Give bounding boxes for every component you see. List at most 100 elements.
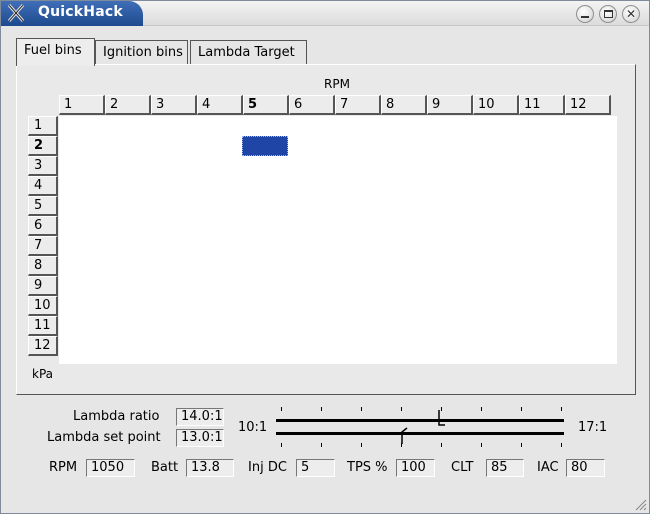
column-header[interactable]: 11 xyxy=(519,95,565,115)
row-header[interactable]: 1 xyxy=(28,116,58,136)
row-header[interactable]: 6 xyxy=(28,216,58,236)
row-header-label: 4 xyxy=(34,178,43,193)
tab-ignition-bins[interactable]: Ignition bins xyxy=(95,40,188,66)
lambda-setpoint-slider[interactable] xyxy=(276,432,564,435)
row-header-label: 12 xyxy=(34,338,51,353)
column-header[interactable]: 1 xyxy=(59,95,105,115)
tab-fuel-bins[interactable]: Fuel bins xyxy=(16,38,95,66)
app-icon xyxy=(7,4,25,22)
column-header-label: 2 xyxy=(110,97,119,112)
tab-lambda-target-label: Lambda Target xyxy=(198,45,295,60)
row-header[interactable]: 9 xyxy=(28,276,58,296)
column-header[interactable]: 12 xyxy=(565,95,611,115)
rpm-label: RPM xyxy=(49,460,78,475)
scale-tick xyxy=(281,407,282,411)
scale-tick xyxy=(361,407,362,411)
scale-tick xyxy=(441,443,442,447)
row-header-label: 10 xyxy=(34,298,51,313)
scale-tick xyxy=(321,443,322,447)
injdc-field: 5 xyxy=(296,459,335,477)
column-header[interactable]: 7 xyxy=(335,95,381,115)
close-icon: ✕ xyxy=(625,7,637,21)
column-header[interactable]: 10 xyxy=(473,95,519,115)
row-header-label: 7 xyxy=(34,238,43,253)
row-header-label: 6 xyxy=(34,218,43,233)
column-header-label: 3 xyxy=(156,97,165,112)
injdc-label: Inj DC xyxy=(248,460,287,475)
row-header-label: 1 xyxy=(34,118,43,133)
column-header-label: 9 xyxy=(432,97,441,112)
tab-fuel-bins-label: Fuel bins xyxy=(24,43,82,58)
column-header-label: 12 xyxy=(570,97,587,112)
tab-lambda-target[interactable]: Lambda Target xyxy=(190,40,307,66)
iac-field: 80 xyxy=(566,459,605,477)
lambda-scale-max: 17:1 xyxy=(578,420,608,435)
column-header-label: 5 xyxy=(248,97,258,112)
scale-tick xyxy=(401,443,402,447)
column-header-label: 11 xyxy=(524,97,541,112)
column-header-label: 10 xyxy=(478,97,495,112)
scale-tick xyxy=(521,443,522,447)
rpm-axis-label: RPM xyxy=(324,77,350,91)
clt-field: 85 xyxy=(486,459,524,477)
minimize-button[interactable] xyxy=(576,5,594,23)
column-header[interactable]: 2 xyxy=(105,95,151,115)
clt-label: CLT xyxy=(451,460,474,475)
scale-tick xyxy=(481,443,482,447)
tab-ignition-bins-label: Ignition bins xyxy=(103,45,183,60)
scale-tick xyxy=(321,407,322,411)
batt-label: Batt xyxy=(151,460,179,475)
scale-tick xyxy=(361,443,362,447)
title-bar[interactable]: QuickHack ✕ xyxy=(1,1,649,26)
scale-tick xyxy=(401,407,402,411)
scale-tick xyxy=(281,443,282,447)
selected-cell[interactable] xyxy=(242,136,288,156)
rpm-field: 1050 xyxy=(86,459,135,477)
scale-tick xyxy=(481,407,482,411)
scale-tick xyxy=(521,407,522,411)
column-header[interactable]: 9 xyxy=(427,95,473,115)
main-window: QuickHack ✕ Fuel bins Ignition bins Lamb… xyxy=(0,0,650,514)
column-header[interactable]: 8 xyxy=(381,95,427,115)
column-header-label: 6 xyxy=(294,97,303,112)
lambda-ratio-thumb-icon[interactable] xyxy=(434,410,446,426)
resize-grip-icon[interactable] xyxy=(633,497,647,511)
column-header-label: 8 xyxy=(386,97,395,112)
lambda-setpoint-thumb-icon[interactable] xyxy=(397,427,409,445)
kpa-axis-label: kPa xyxy=(32,367,53,381)
window-title: QuickHack xyxy=(38,4,123,20)
row-header[interactable]: 12 xyxy=(28,336,58,356)
row-header-label: 9 xyxy=(34,278,43,293)
close-button[interactable]: ✕ xyxy=(622,5,640,23)
row-header-label: 3 xyxy=(34,158,43,173)
tps-field: 100 xyxy=(396,459,435,477)
column-header[interactable]: 6 xyxy=(289,95,335,115)
lambda-ratio-slider[interactable] xyxy=(276,419,564,422)
fuel-table-grid[interactable] xyxy=(59,116,617,364)
column-header[interactable]: 3 xyxy=(151,95,197,115)
row-header-selected[interactable]: 2 xyxy=(28,136,58,156)
lambda-setpoint-label: Lambda set point xyxy=(47,430,161,445)
row-header[interactable]: 3 xyxy=(28,156,58,176)
row-header-label: 11 xyxy=(34,318,51,333)
row-header-label: 2 xyxy=(34,138,44,153)
row-header[interactable]: 5 xyxy=(28,196,58,216)
scale-tick xyxy=(561,407,562,411)
column-header-label: 1 xyxy=(64,97,73,112)
minimize-icon xyxy=(581,16,589,18)
row-header[interactable]: 10 xyxy=(28,296,58,316)
row-header[interactable]: 8 xyxy=(28,256,58,276)
tps-label: TPS % xyxy=(347,460,388,475)
column-header-label: 7 xyxy=(340,97,349,112)
column-header-selected[interactable]: 5 xyxy=(243,95,289,115)
row-header[interactable]: 11 xyxy=(28,316,58,336)
row-header[interactable]: 4 xyxy=(28,176,58,196)
row-header[interactable]: 7 xyxy=(28,236,58,256)
maximize-button[interactable] xyxy=(599,5,617,23)
title-tab: QuickHack xyxy=(1,1,143,26)
lambda-ratio-field: 14.0:1 xyxy=(176,408,224,426)
lambda-setpoint-field: 13.0:1 xyxy=(176,429,224,447)
iac-label: IAC xyxy=(537,460,559,475)
column-header[interactable]: 4 xyxy=(197,95,243,115)
scale-tick xyxy=(561,443,562,447)
